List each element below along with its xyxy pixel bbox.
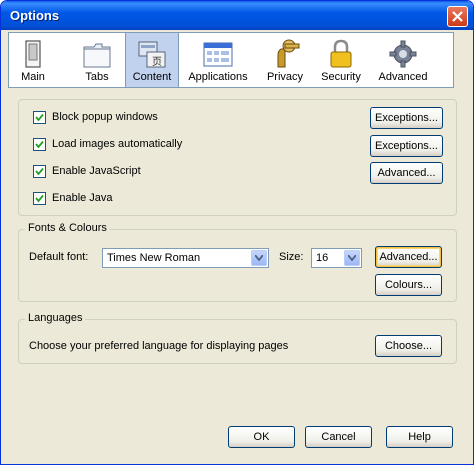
close-icon — [452, 11, 463, 22]
help-button[interactable]: Help — [386, 426, 453, 448]
window-title: Options — [10, 8, 60, 23]
size-label: Size: — [279, 251, 304, 263]
colours-button[interactable]: Colours... — [375, 274, 442, 296]
privacy-icon — [277, 39, 300, 68]
popup-exceptions-button[interactable]: Exceptions... — [370, 107, 443, 129]
font-size-value: 16 — [316, 252, 329, 264]
tab-applications[interactable]: Applications — [187, 33, 249, 87]
content-group: Block popup windows Exceptions... Load i… — [18, 99, 457, 216]
images-exceptions-button[interactable]: Exceptions... — [370, 135, 443, 157]
tab-applications-label: Applications — [188, 71, 248, 83]
tab-security[interactable]: Security — [317, 33, 365, 87]
enable-java-label: Enable Java — [52, 192, 113, 204]
enable-javascript-label: Enable JavaScript — [52, 165, 141, 177]
security-icon — [330, 39, 352, 68]
block-popups-label: Block popup windows — [52, 111, 158, 123]
tab-tabs[interactable]: Tabs — [75, 33, 119, 87]
languages-legend: Languages — [25, 312, 86, 324]
tab-tabs-label: Tabs — [85, 71, 109, 83]
tab-content[interactable]: 页 Content — [125, 33, 179, 87]
languages-description: Choose your preferred language for displ… — [29, 340, 289, 352]
checkbox-box[interactable] — [33, 138, 46, 151]
category-toolbar: Main Tabs 页 Content Applications Privacy… — [8, 32, 454, 88]
checkbox-box[interactable] — [33, 111, 46, 124]
options-window: Options Main Tabs 页 Content Applications… — [0, 0, 474, 465]
tabs-icon — [83, 43, 111, 68]
default-font-label: Default font: — [29, 251, 89, 263]
checkbox-box[interactable] — [33, 165, 46, 178]
default-font-value: Times New Roman — [107, 252, 201, 264]
default-font-dropdown[interactable] — [251, 250, 267, 266]
tab-privacy[interactable]: Privacy — [261, 33, 309, 87]
checkbox-box[interactable] — [33, 192, 46, 205]
applications-icon — [203, 42, 233, 67]
cancel-button[interactable]: Cancel — [305, 426, 372, 448]
checkmark-icon — [35, 113, 44, 122]
chevron-down-icon — [348, 255, 356, 261]
content-icon: 页 — [138, 41, 166, 68]
load-images-label: Load images automatically — [52, 138, 183, 150]
ok-button[interactable]: OK — [228, 426, 295, 448]
choose-language-button[interactable]: Choose... — [375, 335, 442, 357]
checkmark-icon — [35, 194, 44, 203]
close-button[interactable] — [447, 6, 468, 27]
main-icon — [25, 40, 41, 68]
dialog-body: Main Tabs 页 Content Applications Privacy… — [4, 30, 470, 461]
tab-security-label: Security — [321, 71, 361, 83]
title-bar[interactable]: Options — [1, 1, 473, 30]
svg-text:页: 页 — [152, 56, 162, 68]
tab-main-label: Main — [21, 71, 45, 83]
javascript-advanced-button[interactable]: Advanced... — [370, 162, 443, 184]
fonts-colours-legend: Fonts & Colours — [25, 222, 110, 234]
tab-content-label: Content — [132, 71, 172, 83]
font-size-dropdown[interactable] — [344, 250, 360, 266]
languages-group: Languages Choose your preferred language… — [18, 312, 457, 364]
chevron-down-icon — [255, 255, 263, 261]
default-font-select[interactable]: Times New Roman — [102, 248, 269, 268]
advanced-icon — [389, 40, 417, 68]
checkmark-icon — [35, 140, 44, 149]
tab-advanced-label: Advanced — [378, 71, 428, 83]
fonts-advanced-button[interactable]: Advanced... — [375, 246, 442, 268]
tab-main[interactable]: Main — [15, 33, 51, 87]
fonts-colours-group: Fonts & Colours Default font: Times New … — [18, 222, 457, 302]
checkmark-icon — [35, 167, 44, 176]
tab-advanced[interactable]: Advanced — [375, 33, 431, 87]
tab-privacy-label: Privacy — [266, 71, 304, 83]
font-size-select[interactable]: 16 — [311, 248, 362, 268]
